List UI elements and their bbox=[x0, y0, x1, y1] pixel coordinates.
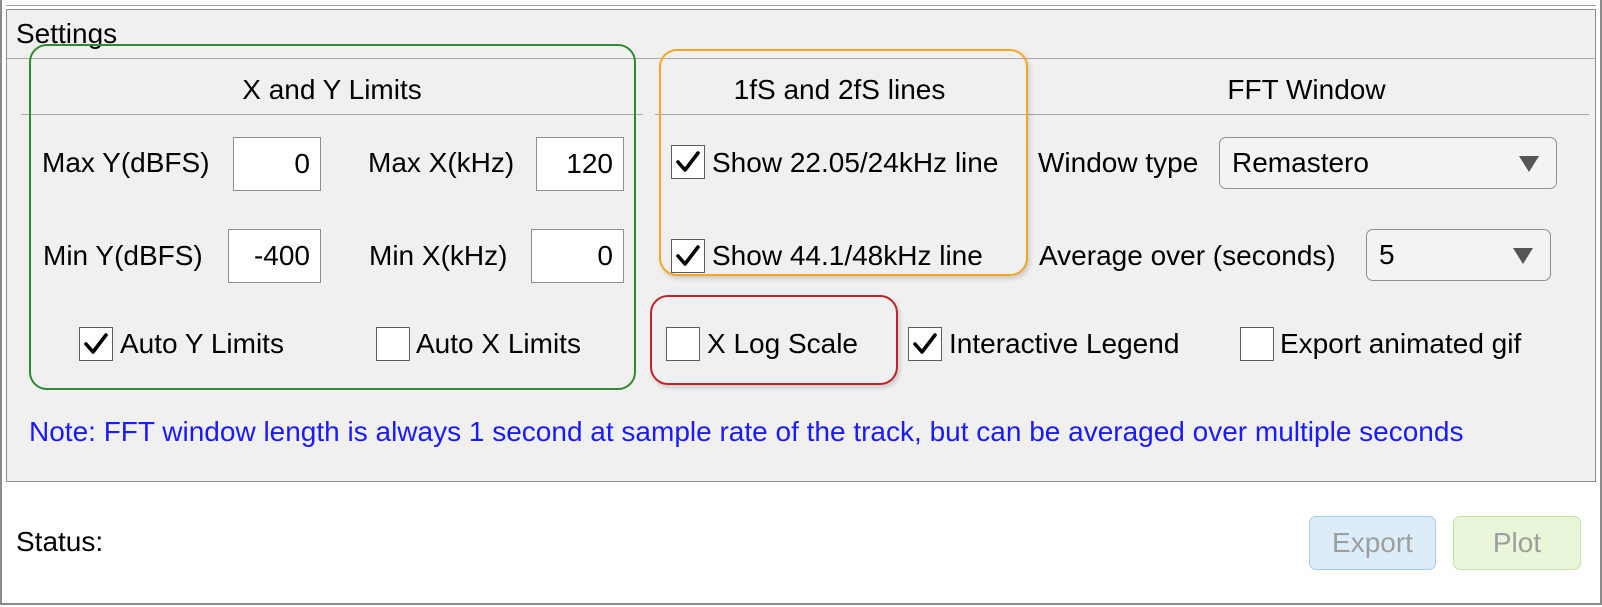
min-x-input[interactable] bbox=[531, 229, 624, 283]
average-over-value: 5 bbox=[1379, 239, 1395, 270]
settings-title: Settings bbox=[16, 18, 118, 49]
min-x-label: Min X(kHz) bbox=[369, 240, 508, 271]
window-type-label: Window type bbox=[1038, 147, 1199, 178]
min-y-label: Min Y(dBFS) bbox=[43, 240, 203, 271]
export-animated-gif-label: Export animated gif bbox=[1280, 328, 1522, 359]
dropdown-arrow-icon bbox=[1513, 248, 1533, 264]
show-2fs-line-checkbox[interactable] bbox=[671, 239, 705, 273]
auto-y-limits-checkbox[interactable] bbox=[79, 327, 113, 361]
export-button[interactable]: Export bbox=[1309, 516, 1436, 570]
max-y-input[interactable] bbox=[233, 137, 321, 191]
window-type-value: Remastero bbox=[1232, 147, 1369, 178]
average-over-label: Average over (seconds) bbox=[1039, 240, 1336, 271]
max-y-label: Max Y(dBFS) bbox=[42, 147, 210, 178]
interactive-legend-label: Interactive Legend bbox=[949, 328, 1180, 359]
auto-y-limits-label: Auto Y Limits bbox=[120, 328, 284, 359]
export-animated-gif-checkbox[interactable] bbox=[1240, 327, 1274, 361]
max-x-input[interactable] bbox=[536, 137, 624, 191]
show-1fs-line-label: Show 22.05/24kHz line bbox=[712, 147, 999, 178]
status-label: Status: bbox=[16, 526, 104, 557]
checkmark-icon bbox=[84, 333, 108, 354]
average-over-dropdown[interactable]: 5 bbox=[1366, 229, 1551, 281]
top-divider bbox=[6, 5, 1596, 6]
checkmark-icon bbox=[676, 245, 700, 266]
checkmark-icon bbox=[676, 151, 700, 172]
show-2fs-line-label: Show 44.1/48kHz line bbox=[712, 240, 983, 271]
min-y-input[interactable] bbox=[228, 229, 321, 283]
max-x-label: Max X(kHz) bbox=[368, 147, 515, 178]
fft-window-divider bbox=[1024, 114, 1589, 115]
x-log-scale-label: X Log Scale bbox=[707, 328, 858, 359]
settings-divider bbox=[7, 58, 1595, 59]
settings-panel: Settings X and Y Limits Max Y(dBFS) Max … bbox=[6, 9, 1596, 482]
auto-x-limits-checkbox[interactable] bbox=[376, 327, 410, 361]
interactive-legend-checkbox[interactable] bbox=[908, 327, 942, 361]
xy-limits-title: X and Y Limits bbox=[242, 74, 422, 105]
dropdown-arrow-icon bbox=[1519, 156, 1539, 172]
show-1fs-line-checkbox[interactable] bbox=[671, 145, 705, 179]
window-type-dropdown[interactable]: Remastero bbox=[1219, 137, 1557, 189]
xy-limits-divider bbox=[21, 114, 643, 115]
checkmark-icon bbox=[913, 333, 937, 354]
x-log-scale-checkbox[interactable] bbox=[666, 327, 700, 361]
plot-button[interactable]: Plot bbox=[1453, 516, 1581, 570]
lines-title: 1fS and 2fS lines bbox=[733, 74, 946, 105]
auto-x-limits-label: Auto X Limits bbox=[416, 328, 581, 359]
fft-note: Note: FFT window length is always 1 seco… bbox=[29, 416, 1464, 447]
lines-divider bbox=[655, 114, 1024, 115]
fft-window-title: FFT Window bbox=[1227, 74, 1386, 105]
